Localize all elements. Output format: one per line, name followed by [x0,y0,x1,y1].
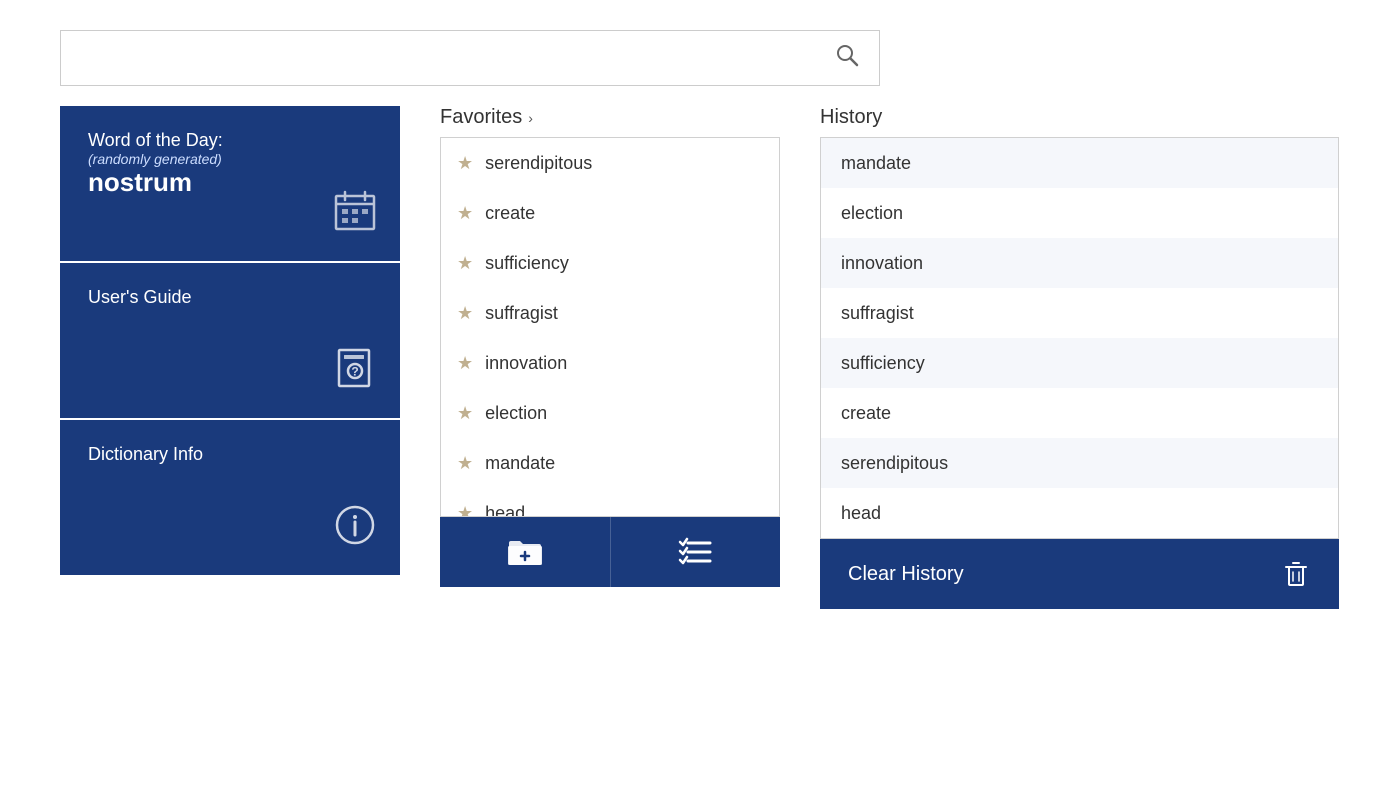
checklist-icon [676,533,714,571]
history-item[interactable]: head [821,488,1338,538]
list-item[interactable]: ★ election [441,388,779,438]
users-guide-tile[interactable]: User's Guide ? [60,263,400,418]
history-item-label: head [841,503,881,524]
sidebar: Word of the Day: (randomly generated) no… [60,106,400,575]
search-input[interactable] [73,48,827,69]
search-button[interactable] [827,39,867,77]
favorites-header: Favorites › [440,106,780,129]
star-icon: ★ [457,403,473,424]
star-icon: ★ [457,503,473,518]
word-of-day-subtitle: (randomly generated) [88,151,372,167]
list-item[interactable]: ★ mandate [441,438,779,488]
favorites-chevron: › [528,110,533,126]
guide-icon: ? [334,347,376,398]
word-of-day-label: Word of the Day: [88,130,372,151]
favorites-item-label: election [485,403,547,424]
list-item[interactable]: ★ create [441,188,779,238]
star-icon: ★ [457,303,473,324]
history-item[interactable]: sufficiency [821,338,1338,388]
favorites-actions [440,517,780,587]
history-list: mandate election innovation suffragist s… [820,137,1339,539]
word-of-day-word: nostrum [88,167,372,198]
history-item[interactable]: innovation [821,238,1338,288]
add-favorite-button[interactable] [440,517,610,587]
clear-history-label: Clear History [848,563,964,586]
star-icon: ★ [457,153,473,174]
manage-favorites-button[interactable] [610,517,781,587]
favorites-list: ★ serendipitous ★ create ★ sufficiency ★… [440,137,780,517]
history-item[interactable]: create [821,388,1338,438]
history-item-label: create [841,403,891,424]
users-guide-label: User's Guide [88,287,372,308]
history-section: History mandate election innovation suff… [820,106,1339,609]
calendar-icon [334,190,376,241]
favorites-section: Favorites › ★ serendipitous ★ create ★ s… [440,106,780,587]
list-item[interactable]: ★ serendipitous [441,138,779,188]
add-favorite-icon [506,533,544,571]
info-icon [334,504,376,555]
search-icon [835,43,859,67]
list-item[interactable]: ★ suffragist [441,288,779,338]
trash-icon [1281,559,1311,589]
favorites-item-label: mandate [485,453,555,474]
dictionary-info-tile[interactable]: Dictionary Info [60,420,400,575]
history-item[interactable]: election [821,188,1338,238]
list-item[interactable]: ★ head [441,488,779,517]
history-item-label: innovation [841,253,923,274]
star-icon: ★ [457,453,473,474]
svg-text:?: ? [351,365,358,379]
main-layout: Word of the Day: (randomly generated) no… [60,106,1339,609]
favorites-item-label: serendipitous [485,153,592,174]
history-item[interactable]: serendipitous [821,438,1338,488]
favorites-title: Favorites [440,106,522,129]
favorites-item-label: head [485,503,525,518]
list-item[interactable]: ★ innovation [441,338,779,388]
favorites-item-label: suffragist [485,303,558,324]
history-item-label: sufficiency [841,353,925,374]
history-item[interactable]: suffragist [821,288,1338,338]
history-item-label: serendipitous [841,453,948,474]
history-item-label: election [841,203,903,224]
history-header: History [820,106,1339,129]
history-item-label: mandate [841,153,911,174]
history-item-label: suffragist [841,303,914,324]
star-icon: ★ [457,203,473,224]
list-item[interactable]: ★ sufficiency [441,238,779,288]
favorites-item-label: create [485,203,535,224]
word-of-day-tile[interactable]: Word of the Day: (randomly generated) no… [60,106,400,261]
favorites-item-label: sufficiency [485,253,569,274]
history-item[interactable]: mandate [821,138,1338,188]
star-icon: ★ [457,253,473,274]
history-title: History [820,106,882,129]
clear-history-button[interactable]: Clear History [820,539,1339,609]
page-container: Word of the Day: (randomly generated) no… [0,0,1399,787]
dictionary-info-label: Dictionary Info [88,444,372,465]
star-icon: ★ [457,353,473,374]
search-bar [60,30,880,86]
favorites-item-label: innovation [485,353,567,374]
